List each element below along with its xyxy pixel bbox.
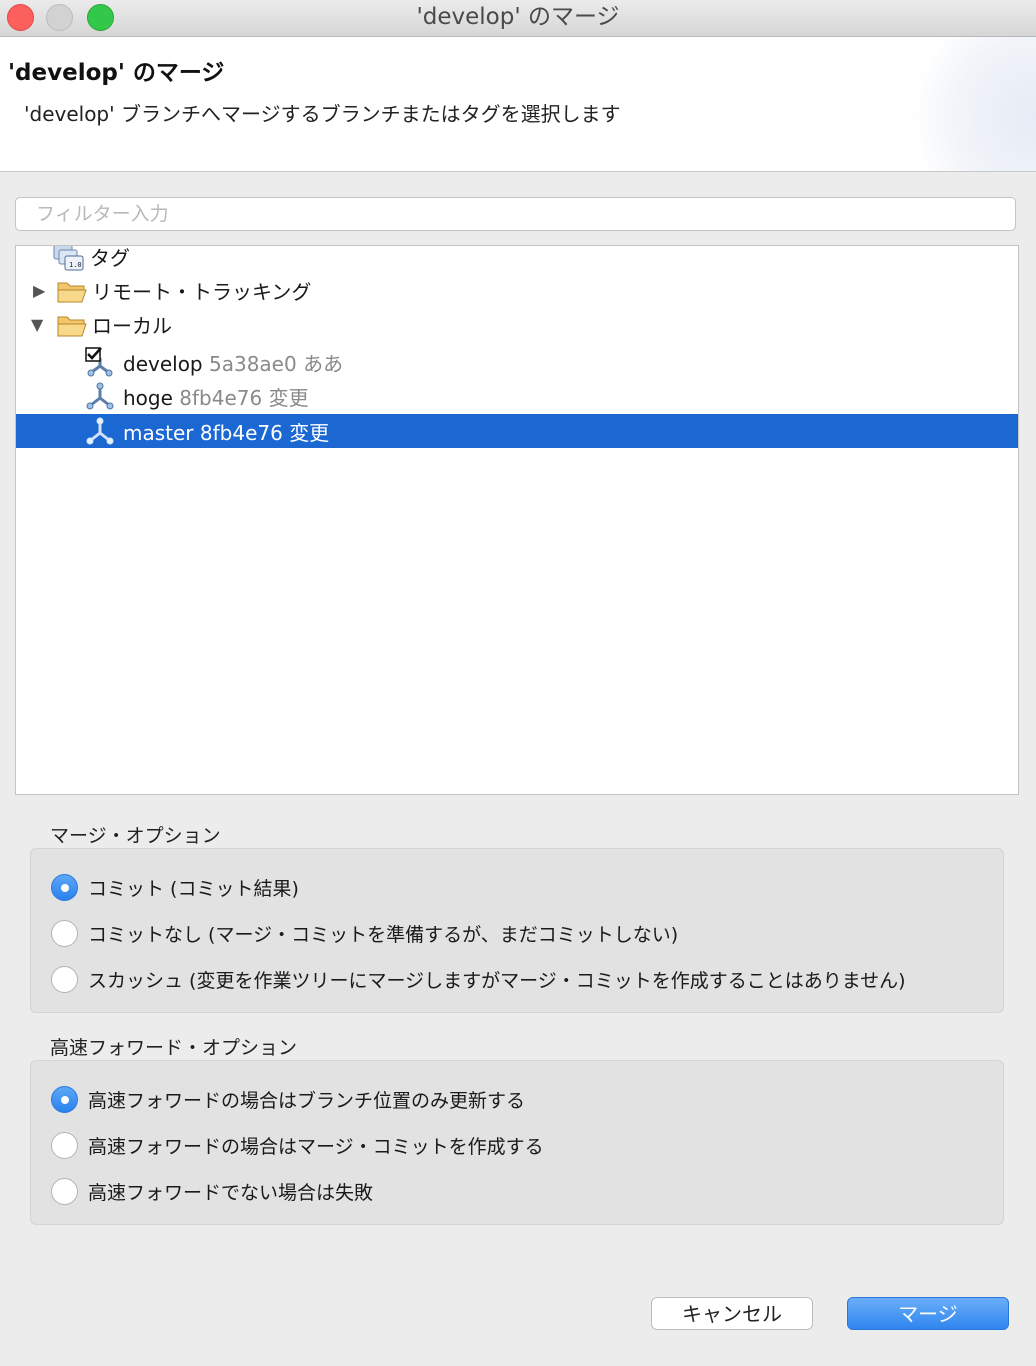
tree-item-remote-tracking[interactable]: ▶ リモート・トラッキング: [16, 273, 1018, 307]
radio-label: 高速フォワードでない場合は失敗: [88, 1182, 374, 1204]
dialog-description: 'develop' ブランチへマージするブランチまたはタグを選択します: [24, 102, 621, 126]
tree-item-local[interactable]: ▼ ローカル: [16, 307, 1018, 341]
branch-item-develop[interactable]: develop 5a38ae0 ああ: [16, 345, 1018, 379]
filter-input[interactable]: [15, 197, 1016, 231]
radio-button[interactable]: [51, 874, 78, 901]
svg-text:1.0: 1.0: [69, 261, 82, 269]
ff-option-ff-only[interactable]: 高速フォワードでない場合は失敗: [51, 1178, 373, 1205]
tree-item-label: タグ: [90, 245, 130, 270]
radio-button[interactable]: [51, 1132, 78, 1159]
folder-open-icon: [56, 312, 88, 343]
ff-option-ff-only-update[interactable]: 高速フォワードの場合はブランチ位置のみ更新する: [51, 1086, 525, 1113]
header-decoration: [896, 37, 1036, 171]
branch-name: master: [123, 420, 194, 445]
radio-label: 高速フォワードの場合はマージ・コミットを作成する: [88, 1136, 544, 1158]
branch-item-hoge[interactable]: hoge 8fb4e76 変更: [16, 379, 1018, 413]
radio-label: コミットなし (マージ・コミットを準備するが、まだコミットしない): [88, 924, 679, 946]
ff-options-label: 高速フォワード・オプション: [50, 1037, 298, 1059]
radio-label: コミット (コミット結果): [88, 878, 299, 900]
ff-options-group: 高速フォワードの場合はブランチ位置のみ更新する 高速フォワードの場合はマージ・コ…: [30, 1060, 1004, 1225]
window-title: 'develop' のマージ: [416, 4, 620, 30]
radio-button[interactable]: [51, 966, 78, 993]
branch-name: hoge: [123, 385, 173, 410]
radio-button[interactable]: [51, 1086, 78, 1113]
branch-item-master[interactable]: master 8fb4e76 変更: [16, 414, 1018, 448]
branch-name: develop: [123, 351, 203, 376]
branch-commit: 8fb4e76 変更: [179, 385, 309, 410]
ref-tree[interactable]: 1.0 タグ ▶ リモート・トラッキング ▼ ローカル develop 5a38…: [15, 245, 1019, 795]
radio-label: スカッシュ (変更を作業ツリーにマージしますがマージ・コミットを作成することはあ…: [88, 970, 906, 992]
ff-option-no-ff[interactable]: 高速フォワードの場合はマージ・コミットを作成する: [51, 1132, 544, 1159]
branch-icon: [84, 380, 116, 417]
expand-arrow-icon[interactable]: ▶: [33, 281, 45, 300]
cancel-button[interactable]: キャンセル: [651, 1297, 813, 1330]
radio-button[interactable]: [51, 1178, 78, 1205]
merge-options-label: マージ・オプション: [50, 825, 221, 847]
branch-icon: [84, 415, 116, 452]
tree-item-label: リモート・トラッキング: [92, 279, 312, 304]
branch-commit: 5a38ae0 ああ: [209, 351, 344, 376]
folder-open-icon: [56, 278, 88, 309]
dialog-header: 'develop' のマージ 'develop' ブランチへマージするブランチま…: [0, 37, 1036, 172]
merge-button[interactable]: マージ: [847, 1297, 1009, 1330]
merge-option-commit[interactable]: コミット (コミット結果): [51, 874, 299, 901]
merge-option-no-commit[interactable]: コミットなし (マージ・コミットを準備するが、まだコミットしない): [51, 920, 678, 947]
collapse-arrow-icon[interactable]: ▼: [31, 315, 43, 334]
merge-options-group: コミット (コミット結果) コミットなし (マージ・コミットを準備するが、まだコ…: [30, 848, 1004, 1013]
branch-commit: 8fb4e76 変更: [199, 420, 330, 445]
title-bar: 'develop' のマージ: [0, 0, 1036, 37]
radio-label: 高速フォワードの場合はブランチ位置のみ更新する: [88, 1090, 526, 1112]
dialog-title: 'develop' のマージ: [8, 60, 225, 86]
tree-item-tags[interactable]: 1.0 タグ: [16, 245, 1018, 273]
radio-button[interactable]: [51, 920, 78, 947]
tree-item-label: ローカル: [92, 313, 172, 338]
merge-option-squash[interactable]: スカッシュ (変更を作業ツリーにマージしますがマージ・コミットを作成することはあ…: [51, 966, 906, 993]
checked-out-branch-icon: [84, 346, 116, 383]
